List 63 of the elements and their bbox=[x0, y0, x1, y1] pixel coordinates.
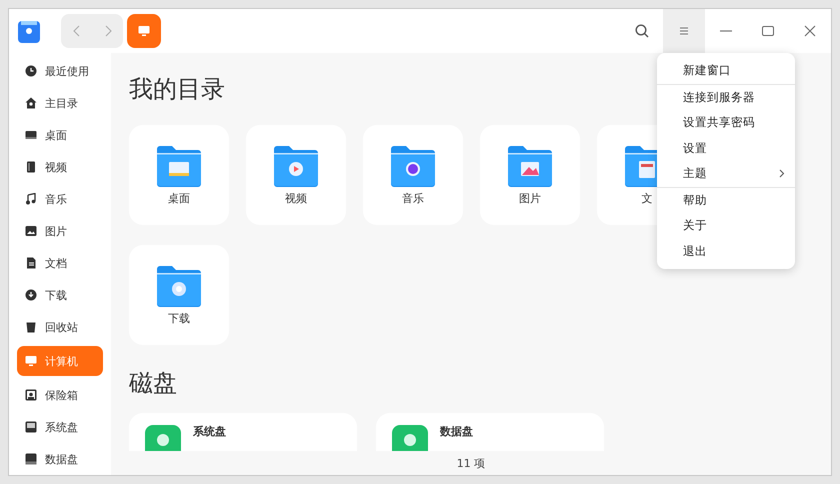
section-heading: 磁盘 bbox=[129, 368, 177, 399]
menu-icon bbox=[679, 26, 689, 36]
sidebar-icon bbox=[25, 225, 37, 237]
sidebar-item[interactable]: 系统盘 bbox=[17, 411, 103, 443]
disk-card[interactable]: 系统盘 bbox=[129, 413, 357, 451]
folder-icon bbox=[272, 144, 320, 186]
folder-card[interactable]: 桌面 bbox=[129, 125, 229, 225]
folder-icon bbox=[506, 144, 554, 186]
sidebar-item[interactable]: 保险箱 bbox=[17, 379, 103, 411]
sidebar-icon bbox=[25, 389, 37, 401]
sidebar-item[interactable]: 最近使用 bbox=[17, 55, 103, 87]
item-count: 11 项 bbox=[456, 456, 486, 470]
sidebar-icon bbox=[25, 355, 37, 367]
sidebar-icon bbox=[25, 193, 37, 205]
folder-label: 桌面 bbox=[168, 190, 190, 206]
menu-item[interactable]: 主题 bbox=[657, 161, 795, 188]
sidebar-icon bbox=[25, 257, 37, 269]
folder-card[interactable]: 图片 bbox=[480, 125, 580, 225]
folder-label: 音乐 bbox=[402, 190, 424, 206]
folder-icon bbox=[155, 144, 203, 186]
app-logo-icon bbox=[17, 18, 41, 44]
folder-icon bbox=[389, 144, 437, 186]
disk-card[interactable]: 数据盘 bbox=[376, 413, 604, 451]
folder-label: 图片 bbox=[519, 190, 541, 206]
sidebar-item[interactable]: 音乐 bbox=[17, 183, 103, 215]
computer-breadcrumb[interactable] bbox=[127, 14, 161, 48]
folder-card[interactable]: 下载 bbox=[129, 245, 229, 345]
sidebar-item[interactable]: 数据盘 bbox=[17, 443, 103, 475]
sidebar-item[interactable]: 下载 bbox=[17, 279, 103, 311]
sidebar-icon bbox=[25, 421, 37, 433]
forward-icon bbox=[104, 25, 112, 37]
menu-item[interactable]: 新建窗口 bbox=[657, 58, 795, 84]
sidebar-icon bbox=[25, 161, 37, 173]
maximize-icon bbox=[762, 26, 774, 36]
sidebar-icon bbox=[25, 453, 37, 465]
folder-card[interactable]: 音乐 bbox=[363, 125, 463, 225]
chevron-icon bbox=[779, 169, 785, 178]
menu-item[interactable]: 退出 bbox=[657, 238, 795, 264]
sidebar-item[interactable]: 主目录 bbox=[17, 87, 103, 119]
sidebar-item[interactable]: 桌面 bbox=[17, 119, 103, 151]
folder-label: 视频 bbox=[285, 190, 307, 206]
minimize-icon bbox=[720, 30, 732, 32]
sidebar-icon bbox=[25, 321, 37, 333]
folder-label: 下载 bbox=[168, 310, 190, 326]
sidebar-icon bbox=[25, 65, 37, 77]
search-icon bbox=[635, 24, 649, 38]
monitor-icon bbox=[137, 25, 151, 37]
sidebar-icon bbox=[25, 289, 37, 301]
menu-item[interactable]: 连接到服务器 bbox=[657, 84, 795, 110]
sidebar-item[interactable]: 文档 bbox=[17, 247, 103, 279]
disk-label: 系统盘 bbox=[193, 425, 226, 439]
close-icon bbox=[804, 25, 816, 37]
sidebar-icon bbox=[25, 97, 37, 109]
sidebar-item[interactable]: 视频 bbox=[17, 151, 103, 183]
back-icon bbox=[72, 25, 80, 37]
folder-label: 文 bbox=[642, 190, 652, 206]
sidebar-item[interactable]: 回收站 bbox=[17, 311, 103, 343]
disk-label: 数据盘 bbox=[440, 425, 473, 439]
sidebar-item[interactable]: 图片 bbox=[17, 215, 103, 247]
section-heading: 我的目录 bbox=[129, 74, 225, 105]
folder-icon bbox=[155, 264, 203, 306]
sidebar-icon bbox=[25, 129, 37, 141]
folder-card[interactable]: 视频 bbox=[246, 125, 346, 225]
